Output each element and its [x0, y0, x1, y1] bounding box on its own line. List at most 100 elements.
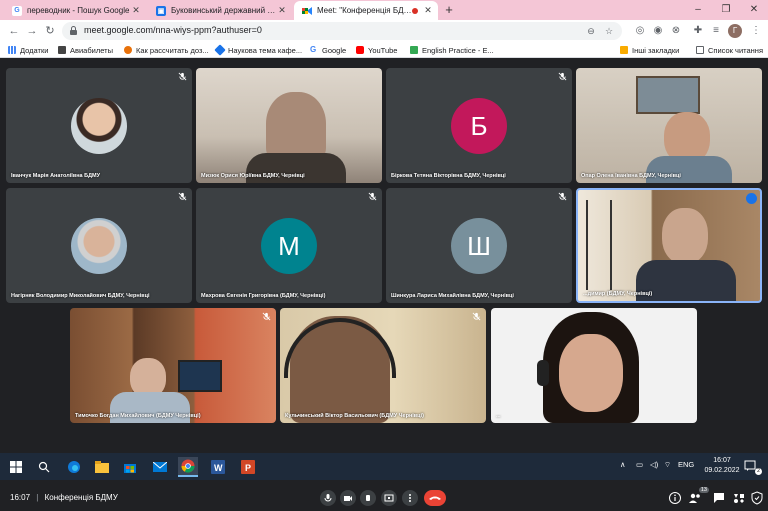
bookmark-youtube[interactable]: YouTube [356, 44, 397, 56]
word-icon: W [211, 460, 225, 474]
bookmark-star-icon[interactable]: ☆ [602, 24, 616, 38]
participant-tile[interactable]: Опар Олена Іванівна БДМУ, Чернівці [576, 68, 762, 183]
leave-call-button[interactable] [424, 490, 446, 506]
mic-off-icon [178, 192, 187, 201]
extension-icon[interactable]: ⊗ [668, 23, 684, 39]
bookmark-label: Google [322, 45, 347, 55]
wall-picture [636, 76, 700, 114]
bookmark-dose[interactable]: Как рассчитать доз... [124, 44, 209, 56]
minimize-button[interactable]: – [688, 2, 708, 18]
bookmark-other[interactable]: Інші закладки [620, 44, 679, 56]
participant-tile[interactable]: Іванчук Марія Анатоліївна БДМУ [6, 68, 192, 183]
tab-label: переводник - Пошук Google [27, 6, 130, 15]
chat-icon[interactable] [712, 491, 726, 505]
participant-tile[interactable]: Нагірняк Володимир Миколайович БДМУ, Чер… [6, 188, 192, 303]
host-controls-icon[interactable] [750, 491, 764, 505]
participant-tile[interactable]: ... [491, 308, 697, 423]
close-tab-icon[interactable]: ✕ [276, 5, 288, 16]
bookmark-label: Как рассчитать доз... [136, 45, 209, 55]
menu-kebab-icon[interactable]: ⋮ [748, 23, 764, 39]
taskbar-mail[interactable] [150, 457, 170, 477]
avatar: Ш [451, 218, 507, 274]
close-window-button[interactable]: ✕ [744, 2, 764, 18]
microphone-icon [324, 494, 332, 502]
camera-button[interactable] [340, 490, 356, 506]
participant-tile-active-speaker[interactable]: ...димир (БДМУ, Чернівці) [576, 188, 762, 303]
bookmark-label: Список читання [708, 45, 764, 55]
close-tab-icon[interactable]: ✕ [422, 5, 434, 16]
plane-icon [58, 46, 66, 54]
close-tab-icon[interactable]: ✕ [130, 5, 142, 16]
start-button[interactable] [6, 457, 26, 477]
taskbar-word[interactable]: W [208, 457, 228, 477]
participant-tile[interactable]: Б Біркова Тетяна Вікторівна БДМУ, Чернів… [386, 68, 572, 183]
clock-time: 16:07 [713, 457, 731, 464]
activities-icon[interactable] [732, 491, 746, 505]
camera-icon [344, 496, 352, 501]
participant-tile[interactable]: М Махрова Євгенія Григорівна (БДМУ, Черн… [196, 188, 382, 303]
svg-text:W: W [214, 463, 223, 473]
participant-tile[interactable]: Кульчинський Віктор Васильович (БДМУ Чер… [280, 308, 486, 423]
people-icon [689, 493, 700, 503]
english-practice-icon [410, 46, 418, 54]
bookmark-google[interactable]: G Google [310, 44, 346, 56]
tab-meet[interactable]: Meet: "Конференція БДМУ" ✕ [294, 1, 438, 20]
bookmark-science-topic[interactable]: Наукова тема кафе... [214, 44, 302, 56]
search-button[interactable] [34, 457, 54, 477]
taskbar-powerpoint[interactable]: P [238, 457, 258, 477]
powerpoint-icon: P [241, 460, 255, 474]
mail-icon [153, 462, 167, 472]
raise-hand-button[interactable] [360, 490, 376, 506]
avatar: М [261, 218, 317, 274]
meeting-details: 16:07 | Конференція БДМУ [10, 493, 118, 502]
zoom-icon[interactable]: ⊖ [584, 24, 598, 38]
bookmark-apps[interactable]: Додатки [8, 44, 48, 56]
svg-text:P: P [245, 463, 251, 473]
taskbar-chrome[interactable] [178, 457, 198, 477]
wifi-icon[interactable]: ⌔ [664, 460, 671, 470]
tray-chevron-icon[interactable]: ∧ [620, 460, 626, 469]
back-icon[interactable]: ← [6, 23, 22, 39]
participant-tile[interactable]: Мизюк Орися Юріївна БДМУ, Чернівці [196, 68, 382, 183]
participant-tile[interactable]: Ш Шинкура Лариса Михайлівна БДМУ, Чернів… [386, 188, 572, 303]
taskbar-store[interactable] [120, 457, 140, 477]
taskbar-file-explorer[interactable] [92, 457, 112, 477]
headset-icon [537, 360, 549, 386]
participant-count-badge: 13 [698, 487, 709, 493]
extensions-puzzle-icon[interactable]: ✚ [690, 23, 706, 39]
language-indicator[interactable]: ENG [678, 460, 694, 469]
mic-off-icon [558, 72, 567, 81]
notification-button[interactable]: 2 [744, 459, 762, 475]
extension-icon[interactable]: ◎ [632, 23, 648, 39]
forward-icon[interactable]: → [24, 23, 40, 39]
network-icon[interactable]: ▭ [636, 460, 643, 469]
tab-label: Meet: "Конференція БДМУ" [317, 6, 412, 15]
tab-bsmu[interactable]: ▣ Буковинський державний меди ✕ [148, 1, 292, 20]
present-button[interactable] [381, 490, 397, 506]
meet-grid: Іванчук Марія Анатоліївна БДМУ Мизюк Ори… [0, 58, 768, 511]
reload-icon[interactable]: ↻ [42, 23, 58, 39]
extension-icon[interactable]: ◉ [650, 23, 666, 39]
bookmark-english[interactable]: English Practice - E... [410, 44, 494, 56]
taskbar-clock[interactable]: 16:07 09.02.2022 [702, 456, 742, 476]
info-icon[interactable] [668, 491, 682, 505]
media-control-icon[interactable]: ≡ [708, 23, 724, 39]
taskbar-edge[interactable] [64, 457, 84, 477]
address-bar[interactable]: meet.google.com/nna-wiys-ppm?authuser=0 … [62, 22, 622, 40]
maximize-button[interactable]: ❐ [716, 2, 736, 18]
microphone-button[interactable] [320, 490, 336, 506]
meet-icon [302, 5, 312, 16]
more-options-button[interactable] [402, 490, 418, 506]
notification-count-badge: 2 [755, 468, 762, 475]
volume-icon[interactable]: ◁) [650, 460, 658, 469]
lock-icon[interactable] [70, 26, 77, 35]
hang-up-icon [429, 496, 441, 500]
new-tab-button[interactable]: + [441, 2, 457, 18]
monitor [178, 360, 222, 392]
profile-avatar[interactable]: Г [728, 24, 742, 38]
participant-tile[interactable]: Тимочко Богдан Михайлович (БДМУ Чернівці… [70, 308, 276, 423]
tab-google-search[interactable]: G переводник - Пошук Google ✕ [4, 1, 146, 20]
participants-button[interactable]: 13 [688, 487, 709, 506]
bookmark-reading-list[interactable]: Список читання [696, 44, 763, 56]
bookmark-aviabilety[interactable]: Авиабилеты [58, 44, 113, 56]
